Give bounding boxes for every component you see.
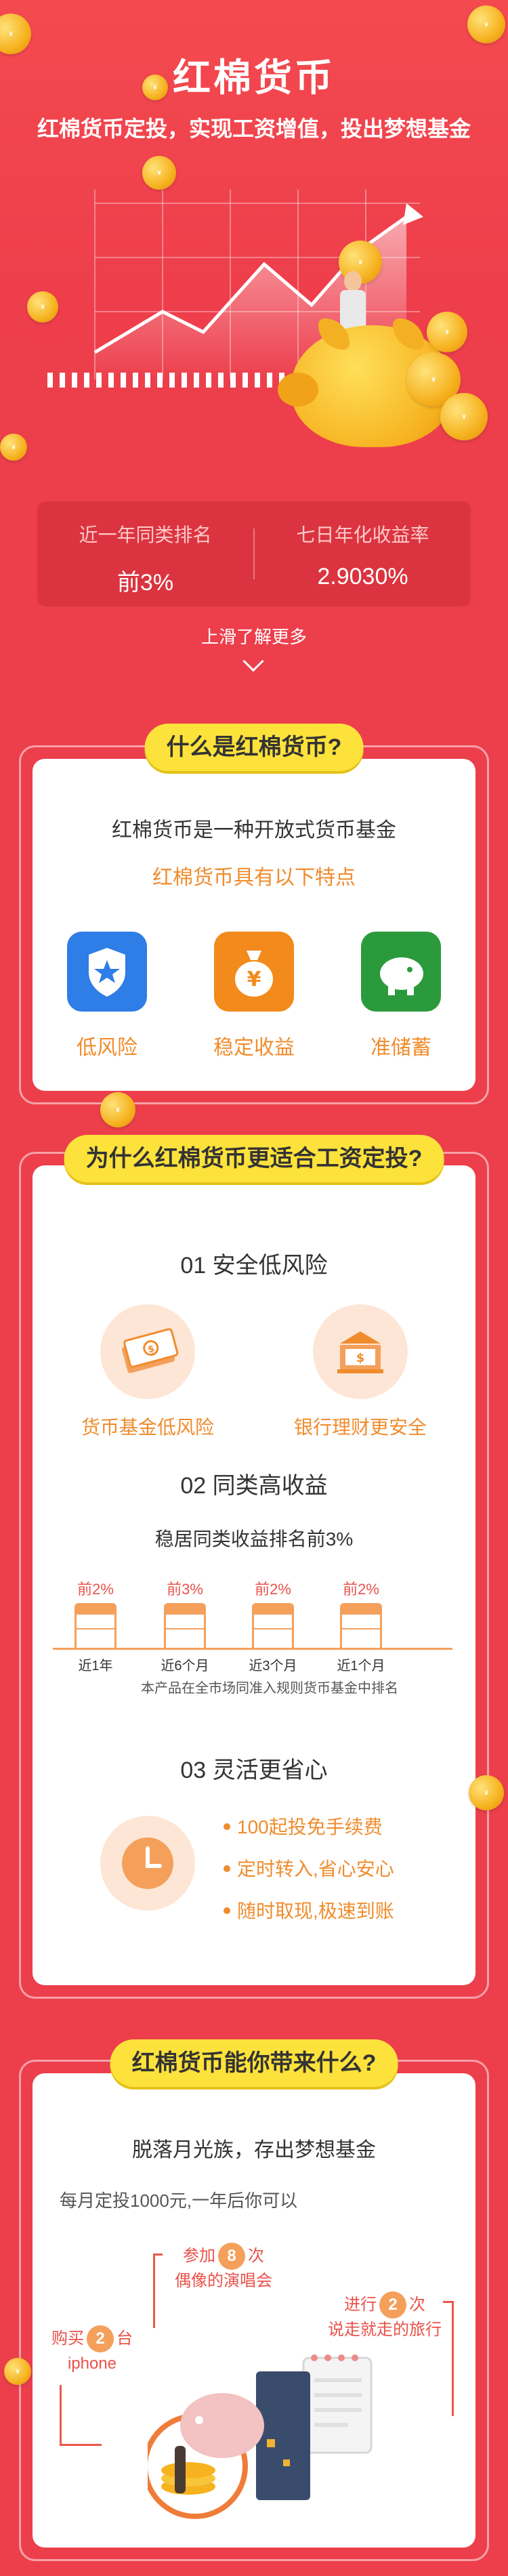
bars-footnote: 本产品在全市场同准入规则货币基金中排名 xyxy=(141,1681,398,1696)
rank-bar-1y: 前2% xyxy=(68,1577,123,1649)
rank-bar xyxy=(164,1603,206,1649)
connector-line xyxy=(60,2385,102,2446)
section2-card: 01 安全低风险 $ $ 货币基金低风险 银行理财更安全 02 同类高收益 稳居… xyxy=(33,1165,475,1985)
coin-icon xyxy=(4,2358,31,2385)
connector-line xyxy=(153,2253,163,2328)
bar-category: 近1年 xyxy=(78,1659,113,1674)
svg-text:¥: ¥ xyxy=(247,968,261,991)
scroll-hint[interactable]: 上滑了解更多 xyxy=(0,623,508,648)
page-subtitle: 红棉货币定投，实现工资增值，投出梦想基金 xyxy=(37,117,471,141)
stat-label: 近一年同类排名 xyxy=(79,524,212,545)
goal-desc: 偶像的演唱会 xyxy=(175,2272,272,2290)
flex-feature: 100起投免手续费 xyxy=(224,1812,383,1840)
bar-axis xyxy=(53,1648,452,1650)
clock-icon xyxy=(100,1816,195,1911)
section1-desc: 红棉货币是一种开放式货币基金 xyxy=(112,819,396,842)
bar-category: 近1个月 xyxy=(337,1659,385,1674)
goal-travel: 进行 2 次 说走就走的旅行 xyxy=(317,2291,452,2342)
goal-desc: iphone xyxy=(67,2354,117,2373)
stat-label: 七日年化收益率 xyxy=(296,524,429,545)
stats-panel: 近一年同类排名 前3% 七日年化收益率 2.9030% xyxy=(37,501,471,606)
goal-prefix: 进行 xyxy=(344,2295,377,2314)
feature-stable-income: ¥ 稳定收益 xyxy=(207,932,301,1060)
banknote-icon: $ xyxy=(100,1304,195,1399)
bank-icon: $ xyxy=(313,1304,408,1399)
page-title: 红棉货币 xyxy=(173,56,335,99)
coin-icon xyxy=(142,75,168,100)
bar-category: 近6个月 xyxy=(161,1659,209,1674)
goal-concert: 参加 8 次 偶像的演唱会 xyxy=(156,2243,291,2293)
goal-count: 2 xyxy=(379,2291,406,2319)
feature-label: 稳定收益 xyxy=(213,1037,295,1059)
section1-pill: 什么是红棉货币? xyxy=(144,724,364,771)
rank-bar-6m: 前3% xyxy=(158,1577,212,1649)
feature-low-risk: 低风险 xyxy=(60,932,154,1060)
coin-icon xyxy=(467,5,505,43)
rank-value: 前2% xyxy=(255,1581,291,1598)
stat-ranking: 近一年同类排名 前3% xyxy=(37,501,253,606)
goal-prefix: 购买 xyxy=(51,2329,84,2348)
money-bag-icon: ¥ xyxy=(214,932,294,1012)
savings-illustration xyxy=(148,2354,373,2519)
coin-icon xyxy=(0,14,31,54)
rank-value: 前2% xyxy=(77,1581,114,1598)
coin-icon xyxy=(427,312,467,352)
goal-suffix: 次 xyxy=(248,2247,264,2265)
coin-icon xyxy=(27,291,58,323)
section2-pill: 为什么红棉货币更适合工资定投? xyxy=(64,1135,444,1182)
rank-bar xyxy=(75,1603,117,1649)
goal-prefix: 参加 xyxy=(183,2247,215,2265)
goal-iphone: 购买 2 台 iphone xyxy=(31,2325,153,2375)
rank-bar-3m: 前2% xyxy=(246,1577,300,1649)
feature-label: 银行理财更安全 xyxy=(293,1417,427,1438)
chevron-down-icon[interactable] xyxy=(242,650,264,672)
rank-bar xyxy=(252,1603,294,1649)
coin-icon xyxy=(440,393,488,440)
shield-star-icon xyxy=(67,932,147,1012)
bar-category: 近3个月 xyxy=(249,1659,297,1674)
feature-label: 准储蓄 xyxy=(371,1037,431,1059)
rank-bar-1m: 前2% xyxy=(334,1577,388,1649)
section3-pill: 红棉货币能你带来什么? xyxy=(110,2039,398,2087)
section2-subheading-2: 稳居同类收益排名前3% xyxy=(154,1529,354,1550)
goal-suffix: 台 xyxy=(117,2329,133,2348)
coin-icon xyxy=(0,434,27,461)
section2-heading-1: 01 安全低风险 xyxy=(180,1253,328,1279)
flex-feature: 定时转入,省心安心 xyxy=(224,1854,394,1882)
section3-desc: 每月定投1000元,一年后你可以 xyxy=(60,2190,298,2211)
stat-value: 2.9030% xyxy=(317,564,408,589)
coin-icon xyxy=(142,156,176,190)
stat-yield: 七日年化收益率 2.9030% xyxy=(255,501,471,606)
feature-label: 低风险 xyxy=(77,1037,137,1059)
section2-heading-2: 02 同类高收益 xyxy=(180,1473,328,1499)
feature-savings: 准储蓄 xyxy=(354,932,448,1060)
hero-banner: 红棉货币 红棉货币定投，实现工资增值，投出梦想基金 xyxy=(0,0,508,488)
rank-bar xyxy=(340,1603,382,1649)
flex-feature: 随时取现,极速到账 xyxy=(224,1896,394,1924)
goal-count: 8 xyxy=(218,2243,245,2270)
coin-icon xyxy=(100,1092,135,1127)
goal-suffix: 次 xyxy=(409,2295,425,2314)
rank-value: 前2% xyxy=(343,1581,379,1598)
piggy-bank-icon xyxy=(361,932,441,1012)
feature-label: 货币基金低风险 xyxy=(81,1417,214,1438)
section1-highlight: 红棉货币具有以下特点 xyxy=(152,867,356,889)
section1-card: 红棉货币是一种开放式货币基金 红棉货币具有以下特点 低风险 ¥ 稳定收益 准储蓄 xyxy=(33,759,475,1091)
svg-text:$: $ xyxy=(356,1351,365,1365)
connector-line xyxy=(443,2301,454,2416)
goal-desc: 说走就走的旅行 xyxy=(328,2321,442,2339)
goal-count: 2 xyxy=(87,2325,114,2352)
section3-card: 脱落月光族，存出梦想基金 每月定投1000元,一年后你可以 参加 8 次 偶像的演唱… xyxy=(33,2073,475,2548)
section2-heading-3: 03 灵活更省心 xyxy=(180,1758,328,1783)
coin-icon xyxy=(469,1775,504,1810)
rank-value: 前3% xyxy=(167,1581,203,1598)
section3-slogan: 脱落月光族，存出梦想基金 xyxy=(132,2139,376,2161)
stat-value: 前3% xyxy=(117,570,174,596)
